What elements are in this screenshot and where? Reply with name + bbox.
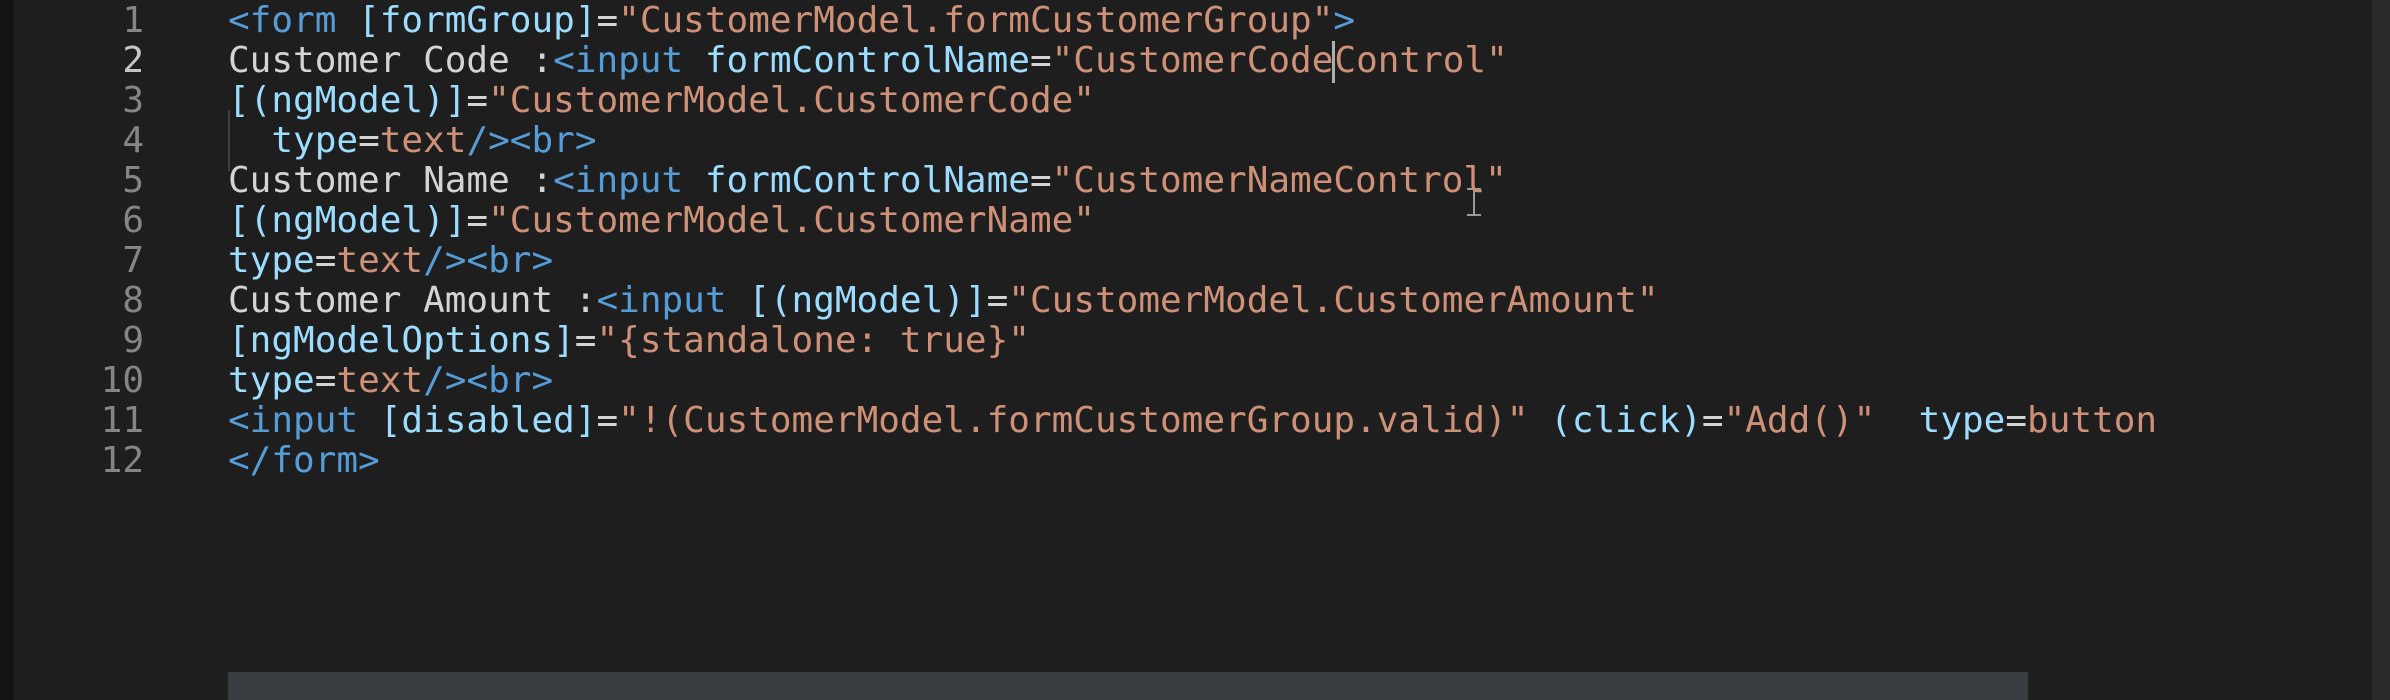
left-edge-strip <box>0 0 14 700</box>
line-number: 12 <box>100 440 144 481</box>
vertical-scrollbar[interactable] <box>2372 0 2390 700</box>
selection-highlight <box>228 672 2028 700</box>
code-line[interactable]: 12 </form> <box>14 430 2372 491</box>
code-token-tag: </form> <box>228 440 380 481</box>
code-editor[interactable]: 1 <form [formGroup]="CustomerModel.formCu… <box>14 0 2372 700</box>
code-text[interactable]: </form> <box>228 430 380 491</box>
